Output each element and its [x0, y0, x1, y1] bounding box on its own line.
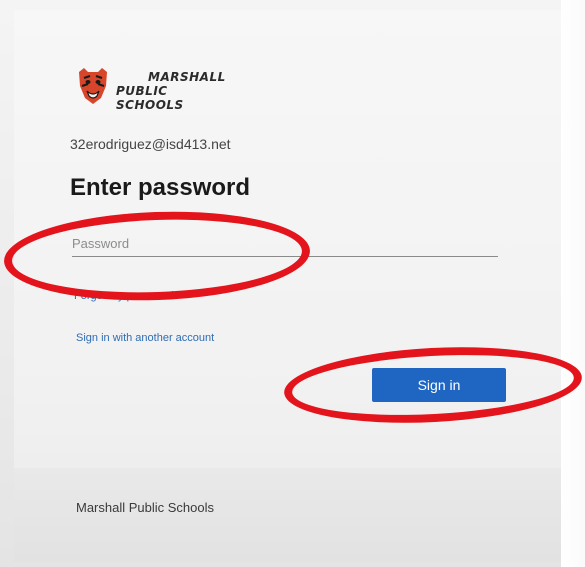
logo-text-line2: PUBLIC SCHOOLS	[116, 84, 184, 112]
sign-in-another-account-link[interactable]: Sign in with another account	[76, 332, 214, 344]
logo-text-line1: MARSHALL	[148, 70, 226, 84]
account-identity[interactable]: 32erodriguez@isd413.net	[70, 136, 231, 152]
photo-edge	[561, 0, 585, 567]
school-logo: MARSHALL PUBLIC SCHOOLS	[76, 66, 236, 112]
tiger-mascot-icon	[79, 68, 107, 104]
photo-background: MARSHALL PUBLIC SCHOOLS 32erodriguez@isd…	[0, 0, 585, 567]
footer: Marshall Public Schools	[14, 468, 562, 562]
footer-text: Marshall Public Schools	[76, 500, 215, 515]
page-title: Enter password	[70, 174, 251, 201]
